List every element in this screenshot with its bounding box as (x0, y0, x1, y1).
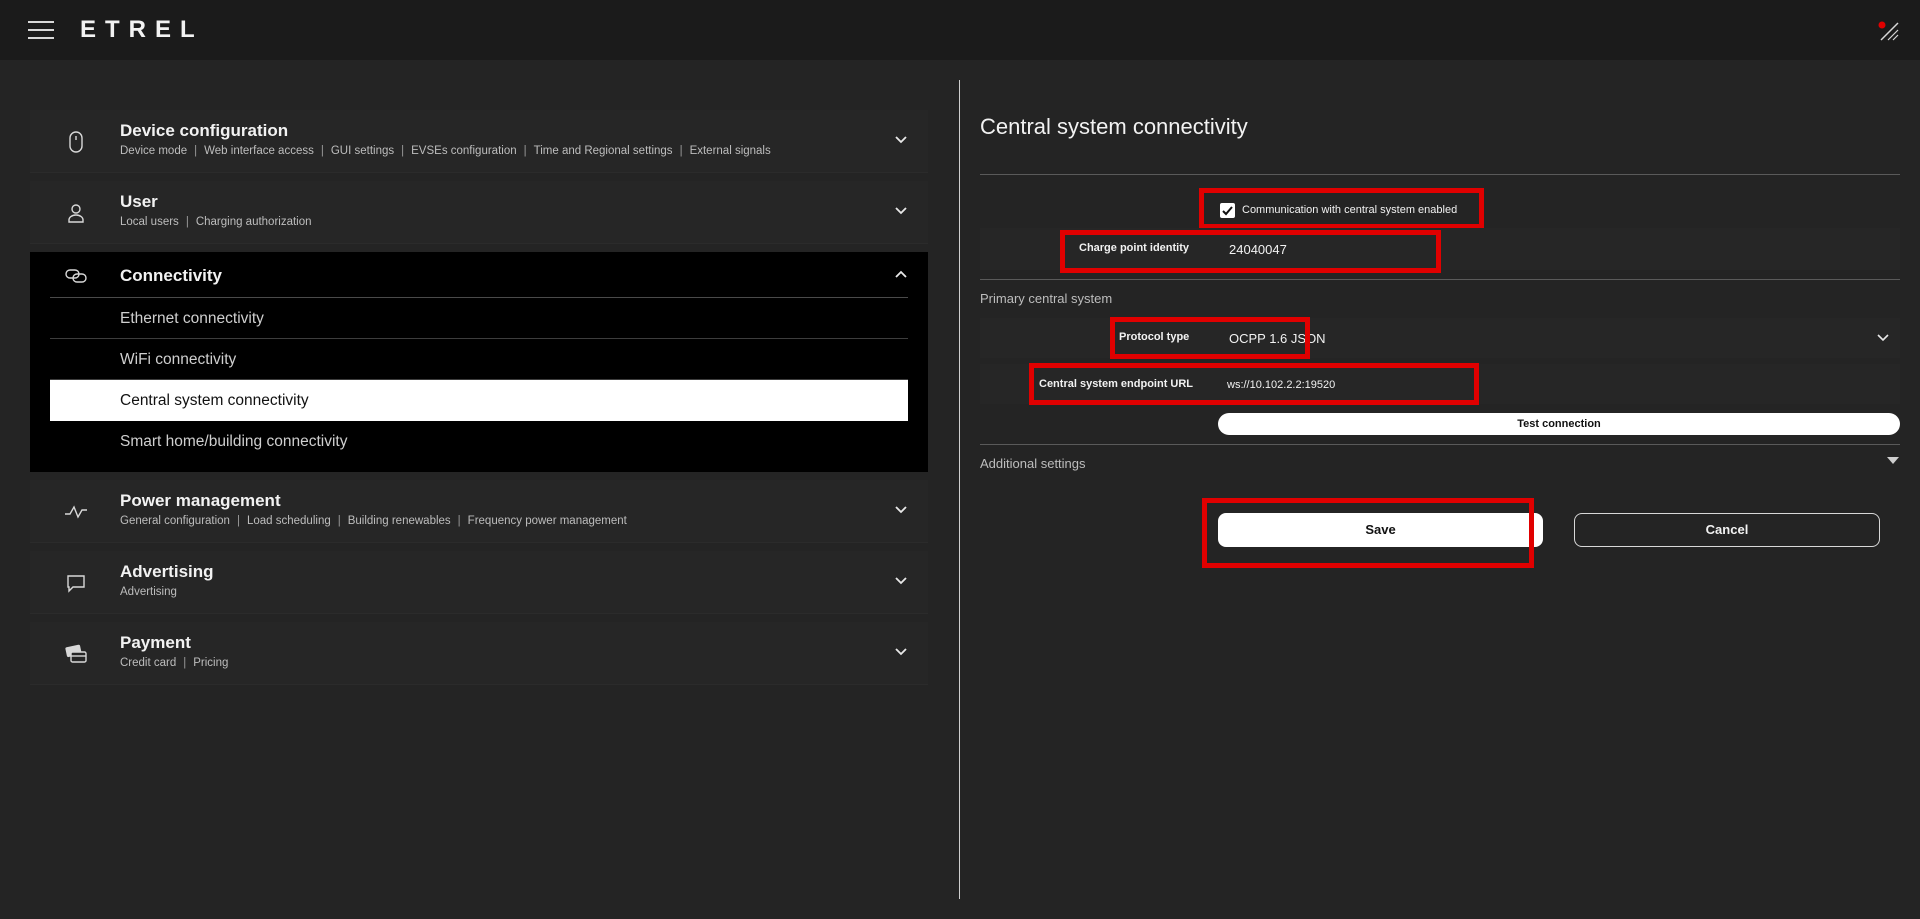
section-connectivity: Connectivity Ethernet connectivity WiFi … (30, 252, 928, 472)
highlight-box (1029, 363, 1479, 405)
caret-down-icon[interactable] (1886, 456, 1900, 466)
subitem-advertising[interactable]: Advertising (120, 586, 177, 598)
subitem-general-configuration[interactable]: General configuration (120, 515, 230, 527)
section-subitems: Advertising (120, 586, 177, 598)
divider (980, 444, 1900, 445)
additional-settings-toggle[interactable]: Additional settings (980, 456, 1086, 471)
section-device-configuration[interactable]: Device configuration Device mode | Web int… (30, 110, 928, 173)
section-power-management[interactable]: Power management General configuration | L… (30, 480, 928, 543)
chevron-down-icon[interactable] (894, 204, 908, 218)
section-subitems: Local users | Charging authorization (120, 216, 312, 228)
menu-item-wifi[interactable]: WiFi connectivity (50, 339, 908, 380)
section-title: Device configuration (120, 121, 289, 140)
chevron-down-icon[interactable] (894, 645, 908, 659)
menu-icon[interactable] (28, 21, 54, 41)
section-title: Advertising (120, 562, 214, 581)
subitem-charging-authorization[interactable]: Charging authorization (196, 216, 312, 228)
divider (980, 174, 1900, 175)
menu-item-smart-home[interactable]: Smart home/building connectivity (50, 421, 908, 462)
subitem-time-regional[interactable]: Time and Regional settings (534, 145, 673, 157)
mouse-icon (69, 131, 83, 153)
section-user[interactable]: User Local users | Charging authorization (30, 181, 928, 244)
subitem-external-signals[interactable]: External signals (690, 145, 771, 157)
chevron-down-icon[interactable] (894, 574, 908, 588)
cancel-button[interactable]: Cancel (1574, 513, 1880, 547)
section-advertising[interactable]: Advertising Advertising (30, 551, 928, 614)
chevron-down-icon[interactable] (894, 133, 908, 147)
menu-item-ethernet[interactable]: Ethernet connectivity (50, 298, 908, 339)
subitem-load-scheduling[interactable]: Load scheduling (247, 515, 331, 527)
highlight-box (1199, 188, 1484, 229)
subitem-web-interface-access[interactable]: Web interface access (204, 145, 314, 157)
subitem-building-renewables[interactable]: Building renewables (348, 515, 451, 527)
highlight-box (1060, 230, 1441, 273)
section-subitems: General configuration | Load scheduling | Bu… (120, 515, 627, 527)
subitem-local-users[interactable]: Local users (120, 216, 179, 228)
page-title: Central system connectivity (980, 114, 1248, 139)
section-subitems: Device mode | Web interface access | GUI set… (120, 145, 771, 157)
power-wave-icon (65, 505, 87, 519)
section-connectivity-header[interactable]: Connectivity (50, 252, 908, 298)
section-title: Payment (120, 633, 191, 652)
highlight-box (1202, 498, 1534, 568)
section-payment[interactable]: Payment Credit card | Pricing (30, 622, 928, 685)
subitem-gui-settings[interactable]: GUI settings (331, 145, 394, 157)
link-icon (65, 269, 87, 283)
subitem-evses-configuration[interactable]: EVSEs configuration (411, 145, 516, 157)
section-title: Connectivity (120, 266, 223, 285)
section-subitems: Credit card | Pricing (120, 657, 229, 669)
subitem-pricing[interactable]: Pricing (193, 657, 228, 669)
chat-bubble-icon (67, 575, 85, 593)
subitem-device-mode[interactable]: Device mode (120, 145, 187, 157)
chevron-down-icon[interactable] (1876, 331, 1890, 345)
etrel-logo: ETREL (80, 16, 204, 43)
highlight-box (1110, 317, 1310, 359)
central-system-panel: Central system connectivity Communicatio… (980, 0, 1900, 919)
divider (980, 279, 1900, 280)
user-icon (68, 204, 84, 223)
primary-central-system-label: Primary central system (980, 291, 1113, 306)
test-connection-button[interactable]: Test connection (1218, 413, 1900, 435)
subitem-credit-card[interactable]: Credit card (120, 657, 176, 669)
menu-item-central-system[interactable]: Central system connectivity (50, 380, 908, 421)
section-title: Power management (120, 491, 281, 510)
chevron-down-icon[interactable] (894, 503, 908, 517)
section-title: User (120, 192, 158, 211)
credit-card-icon (65, 644, 87, 663)
chevron-up-icon[interactable] (894, 267, 908, 281)
subitem-frequency-power[interactable]: Frequency power management (468, 515, 627, 527)
panel-divider (959, 80, 960, 899)
settings-menu: Device configuration Device mode | Web int… (30, 110, 928, 693)
